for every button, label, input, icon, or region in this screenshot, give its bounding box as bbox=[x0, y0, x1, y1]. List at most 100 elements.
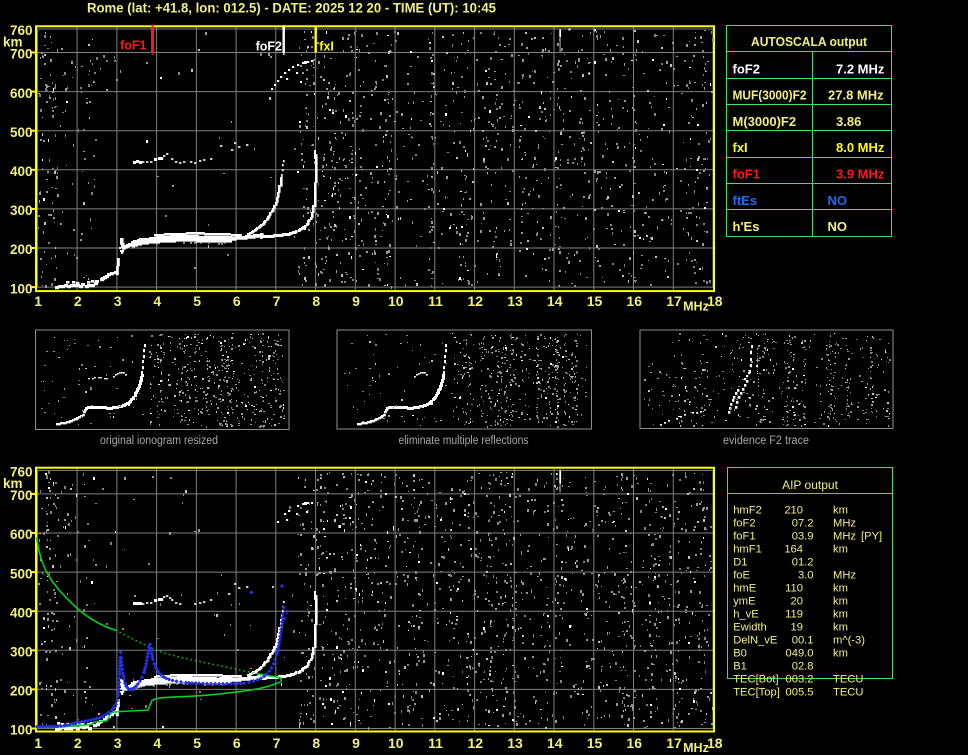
svg-text:8: 8 bbox=[312, 735, 320, 751]
svg-text:119: 119 bbox=[785, 609, 803, 621]
svg-text:15: 15 bbox=[587, 735, 603, 751]
svg-text:600: 600 bbox=[10, 527, 33, 542]
svg-text:210: 210 bbox=[784, 505, 803, 517]
svg-text:original ionogram resized: original ionogram resized bbox=[100, 435, 218, 447]
svg-text:TECU: TECU bbox=[833, 674, 863, 686]
svg-text:07.2: 07.2 bbox=[792, 518, 814, 530]
svg-text:km: km bbox=[833, 648, 848, 660]
svg-text:10: 10 bbox=[388, 735, 404, 751]
svg-text:4: 4 bbox=[153, 735, 161, 751]
svg-text:km: km bbox=[833, 596, 848, 608]
svg-text:km: km bbox=[833, 609, 848, 621]
svg-text:MHz: MHz bbox=[833, 531, 856, 543]
svg-text:17: 17 bbox=[666, 735, 682, 751]
svg-text:18: 18 bbox=[707, 735, 723, 751]
svg-text:foF1: foF1 bbox=[733, 167, 760, 182]
svg-text:3.0: 3.0 bbox=[798, 570, 814, 582]
svg-text:11: 11 bbox=[428, 293, 443, 309]
svg-text:DelN_vE: DelN_vE bbox=[733, 635, 777, 647]
svg-text:110: 110 bbox=[785, 583, 803, 595]
svg-text:13: 13 bbox=[507, 293, 523, 309]
svg-text:13: 13 bbox=[507, 735, 523, 751]
svg-text:03.9: 03.9 bbox=[792, 531, 814, 543]
svg-text:hmE: hmE bbox=[733, 583, 756, 595]
svg-text:km: km bbox=[833, 622, 848, 634]
svg-text:8: 8 bbox=[312, 293, 320, 309]
svg-text:27.8 MHz: 27.8 MHz bbox=[828, 88, 884, 103]
svg-text:h'Es: h'Es bbox=[733, 219, 760, 234]
svg-text:12: 12 bbox=[468, 735, 484, 751]
svg-text:km: km bbox=[3, 35, 23, 50]
svg-text:500: 500 bbox=[10, 125, 33, 140]
svg-text:200: 200 bbox=[10, 242, 33, 257]
svg-text:AIP output: AIP output bbox=[782, 478, 838, 492]
svg-text:7.2 MHz: 7.2 MHz bbox=[836, 61, 885, 76]
svg-text:16: 16 bbox=[626, 735, 642, 751]
svg-text:m^(-3): m^(-3) bbox=[833, 635, 865, 647]
svg-text:1: 1 bbox=[34, 735, 42, 751]
svg-text:500: 500 bbox=[10, 566, 33, 581]
svg-text:MHz: MHz bbox=[833, 570, 856, 582]
svg-text:evidence F2 trace: evidence F2 trace bbox=[723, 435, 809, 447]
svg-text:1: 1 bbox=[34, 293, 42, 309]
svg-text:3: 3 bbox=[114, 735, 122, 751]
svg-text:km: km bbox=[833, 505, 848, 517]
svg-text:hmF2: hmF2 bbox=[733, 505, 762, 517]
svg-text:4: 4 bbox=[153, 293, 161, 309]
svg-text:eliminate multiple reflections: eliminate multiple reflections bbox=[399, 435, 529, 447]
svg-text:3.9 MHz: 3.9 MHz bbox=[836, 167, 885, 182]
svg-text:hmF1: hmF1 bbox=[733, 544, 762, 556]
svg-text:049.0: 049.0 bbox=[786, 648, 814, 660]
svg-text:15: 15 bbox=[587, 293, 603, 309]
svg-text:ymE: ymE bbox=[733, 596, 755, 608]
svg-text:00.1: 00.1 bbox=[792, 635, 814, 647]
svg-text:foF1: foF1 bbox=[733, 531, 755, 543]
svg-text:7: 7 bbox=[273, 735, 281, 751]
svg-text:foF2: foF2 bbox=[733, 61, 760, 76]
svg-text:600: 600 bbox=[10, 86, 33, 101]
svg-text:400: 400 bbox=[10, 164, 33, 179]
svg-text:AUTOSCALA output: AUTOSCALA output bbox=[751, 34, 868, 49]
svg-text:km: km bbox=[833, 583, 848, 595]
svg-text:8.0 MHz: 8.0 MHz bbox=[836, 140, 885, 155]
svg-text:20: 20 bbox=[791, 596, 803, 608]
svg-text:100: 100 bbox=[10, 723, 33, 738]
svg-text:TEC[Top]: TEC[Top] bbox=[733, 687, 780, 699]
svg-text:M(3000)F2: M(3000)F2 bbox=[733, 114, 797, 129]
svg-text:foF2: foF2 bbox=[733, 518, 755, 530]
svg-text:km: km bbox=[3, 476, 23, 491]
svg-text:400: 400 bbox=[10, 605, 33, 620]
svg-text:ftEs: ftEs bbox=[733, 193, 758, 208]
svg-text:fxI: fxI bbox=[733, 140, 748, 155]
svg-text:300: 300 bbox=[10, 203, 33, 218]
svg-text:fxI: fxI bbox=[319, 40, 334, 54]
svg-text:MHz: MHz bbox=[833, 518, 856, 530]
svg-text:Ewidth: Ewidth bbox=[733, 622, 767, 634]
svg-text:foF2: foF2 bbox=[256, 40, 282, 54]
svg-text:005.5: 005.5 bbox=[786, 687, 814, 699]
svg-text:MUF(3000)F2: MUF(3000)F2 bbox=[733, 88, 807, 103]
svg-text:200: 200 bbox=[10, 684, 33, 699]
svg-text:164: 164 bbox=[784, 544, 803, 556]
svg-text:TEC[Bot]: TEC[Bot] bbox=[733, 674, 778, 686]
svg-text:B0: B0 bbox=[733, 648, 747, 660]
svg-text:D1: D1 bbox=[733, 557, 747, 569]
svg-text:14: 14 bbox=[547, 735, 563, 751]
svg-text:11: 11 bbox=[428, 735, 443, 751]
svg-text:MHz: MHz bbox=[683, 300, 709, 314]
svg-text:9: 9 bbox=[352, 735, 360, 751]
svg-text:h_vE: h_vE bbox=[733, 609, 759, 621]
svg-text:9: 9 bbox=[352, 293, 360, 309]
svg-text:NO: NO bbox=[828, 193, 848, 208]
svg-text:2: 2 bbox=[74, 293, 82, 309]
svg-text:12: 12 bbox=[468, 293, 484, 309]
svg-text:foF1: foF1 bbox=[120, 39, 146, 53]
svg-text:14: 14 bbox=[547, 293, 563, 309]
svg-text:km: km bbox=[833, 544, 848, 556]
svg-text:6: 6 bbox=[233, 293, 241, 309]
svg-text:foE: foE bbox=[733, 570, 750, 582]
svg-text:16: 16 bbox=[626, 293, 642, 309]
svg-text:100: 100 bbox=[10, 281, 33, 296]
svg-text:3: 3 bbox=[114, 293, 122, 309]
svg-text:Rome (lat: +41.8, lon: 012.5): Rome (lat: +41.8, lon: 012.5) - DATE: 20… bbox=[87, 0, 496, 15]
